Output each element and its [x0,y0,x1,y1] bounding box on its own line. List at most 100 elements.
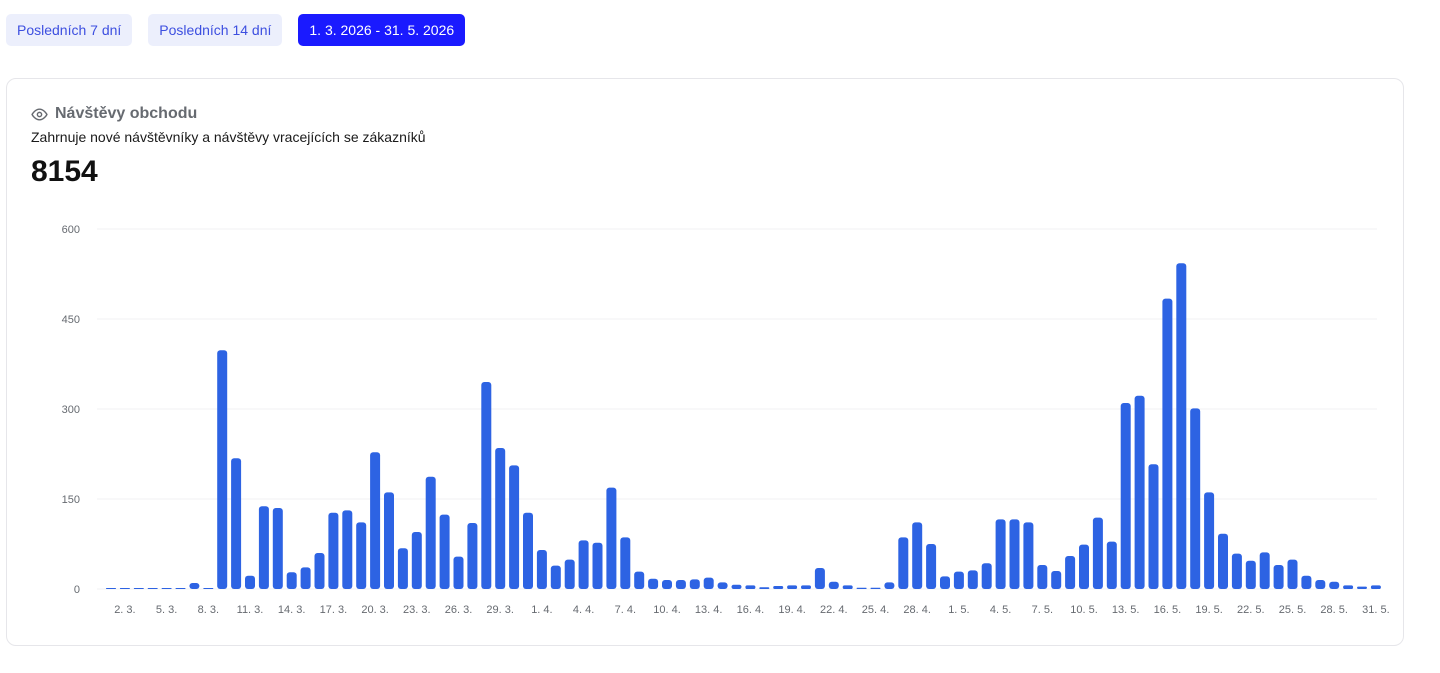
bar-21-5[interactable] [1231,553,1242,589]
bar-8-5[interactable] [1051,571,1062,589]
bar-20-3[interactable] [370,452,381,589]
bar-9-4[interactable] [648,578,659,589]
bar-28-3[interactable] [481,382,492,589]
bar-29-5[interactable] [1343,585,1354,589]
bar-12-4[interactable] [689,579,700,589]
bar-16-3[interactable] [314,553,325,589]
bar-7-5[interactable] [1037,565,1048,589]
bar-12-5[interactable] [1106,541,1117,589]
bar-15-3[interactable] [300,567,311,589]
bar-20-4[interactable] [801,585,811,589]
bar-24-3[interactable] [425,476,436,589]
bar-16-5[interactable] [1162,298,1173,589]
bar-21-3[interactable] [384,492,394,589]
bar-30-5[interactable] [1357,586,1367,589]
bar-4-4[interactable] [578,540,589,589]
custom-date-range-button[interactable]: 1. 3. 2026 - 31. 5. 2026 [298,14,466,46]
bar-6-3[interactable] [175,588,186,589]
bar-27-5[interactable] [1315,580,1326,589]
bar-19-5[interactable] [1204,492,1215,589]
bar-2-5[interactable] [967,570,978,589]
bar-23-4[interactable] [842,585,853,589]
bar-10-4[interactable] [662,580,672,589]
bar-5-5[interactable] [1009,519,1020,589]
bar-7-3[interactable] [189,583,200,589]
bar-1-5[interactable] [953,571,964,589]
bar-11-5[interactable] [1092,517,1103,589]
bar-6-4[interactable] [606,487,617,589]
bar-3-3[interactable] [133,588,144,589]
bar-30-3[interactable] [509,465,520,589]
bar-7-4[interactable] [620,537,631,589]
bar-4-3[interactable] [147,588,158,589]
bar-17-4[interactable] [759,587,770,589]
bar-23-5[interactable] [1259,552,1270,589]
filter-last-14-days-button[interactable]: Posledních 14 dní [148,14,283,46]
bar-29-3[interactable] [495,448,506,589]
bar-22-3[interactable] [397,548,408,589]
bar-14-5[interactable] [1134,395,1145,589]
bar-4-5[interactable] [995,519,1006,589]
bar-26-5[interactable] [1301,575,1312,589]
bar-12-3[interactable] [258,506,269,589]
bar-18-3[interactable] [342,510,353,589]
bar-25-3[interactable] [439,514,450,589]
bar-19-3[interactable] [356,522,367,589]
bar-17-3[interactable] [328,512,339,589]
bar-8-3[interactable] [203,588,214,589]
bar-17-5[interactable] [1176,263,1187,589]
bar-15-5[interactable] [1148,464,1159,589]
bar-22-4[interactable] [828,581,839,589]
bar-25-5[interactable] [1287,559,1298,589]
bar-16-4[interactable] [745,585,756,589]
bar-26-4[interactable] [884,582,895,589]
bar-2-4[interactable] [550,565,561,589]
bar-13-4[interactable] [703,577,714,589]
bar-28-4[interactable] [912,522,923,589]
bar-15-4[interactable] [731,584,742,589]
bar-18-4[interactable] [773,586,784,589]
bar-24-5[interactable] [1273,565,1284,589]
bar-31-3[interactable] [523,512,533,589]
bar-1-3[interactable] [106,588,116,589]
bar-2-3[interactable] [119,588,130,589]
bar-24-4[interactable] [856,587,867,589]
bar-13-5[interactable] [1120,403,1131,589]
bar-14-4[interactable] [717,582,728,589]
bar-6-5[interactable] [1023,522,1034,589]
bar-3-4[interactable] [564,559,575,589]
bar-3-5[interactable] [981,563,992,589]
bar-11-4[interactable] [675,580,686,589]
bar-29-4[interactable] [926,544,937,589]
bar-28-5[interactable] [1329,581,1340,589]
bar-5-4[interactable] [592,542,603,589]
bar-20-5[interactable] [1218,533,1228,589]
bar-5-3[interactable] [161,588,172,589]
y-tick-label: 0 [74,584,80,596]
bar-30-4[interactable] [940,576,950,589]
bar-8-4[interactable] [634,571,645,589]
bar-23-3[interactable] [411,532,422,589]
bar-9-3[interactable] [217,350,228,589]
bar-25-4[interactable] [870,587,881,589]
y-tick-label: 300 [62,404,80,416]
x-tick-label: 16. 4. [737,604,765,616]
bar-10-5[interactable] [1079,544,1089,589]
bar-27-3[interactable] [467,523,478,589]
bar-31-5[interactable] [1370,585,1381,589]
bar-22-5[interactable] [1245,560,1256,589]
x-tick-label: 28. 5. [1320,604,1348,616]
bar-13-3[interactable] [272,508,283,589]
bar-9-5[interactable] [1065,556,1076,589]
filter-last-7-days-button[interactable]: Posledních 7 dní [6,14,133,46]
bar-10-3[interactable] [231,458,242,589]
bar-19-4[interactable] [787,585,798,589]
bar-18-5[interactable] [1190,408,1201,589]
bar-1-4[interactable] [536,550,547,589]
bar-26-3[interactable] [453,556,464,589]
bar-21-4[interactable] [814,568,825,589]
bar-11-3[interactable] [245,575,255,589]
bar-14-3[interactable] [286,572,297,589]
x-tick-label: 11. 3. [237,604,264,616]
bar-27-4[interactable] [898,537,909,589]
